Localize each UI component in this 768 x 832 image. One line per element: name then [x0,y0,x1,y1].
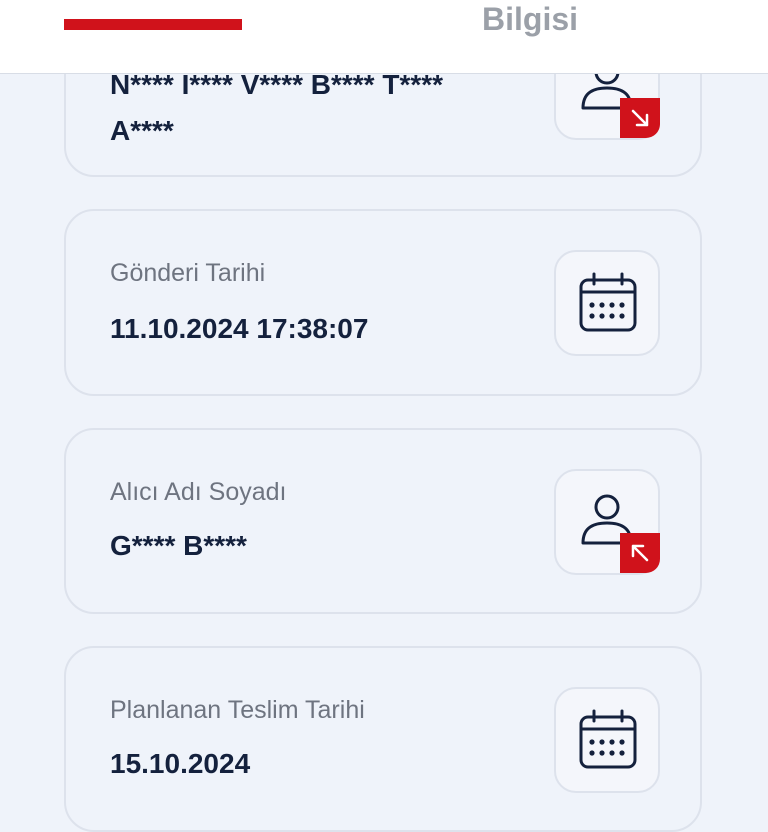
active-tab-indicator [64,19,242,30]
sender-name-value-line2: A**** [110,115,174,146]
recipient-name-card: Alıcı Adı Soyadı G**** B**** [64,428,702,614]
shipping-date-icon-box [554,250,660,356]
incoming-arrow-icon [620,533,660,573]
shipping-date-value: 11.10.2024 17:38:07 [110,313,369,344]
planned-delivery-label: Planlanan Teslim Tarihi [110,696,365,724]
shipping-date-card: Gönderi Tarihi 11.10.2024 17:38:07 [64,209,702,396]
calendar-icon [579,272,637,332]
tab-bilgisi[interactable]: Bilgisi [482,0,578,38]
planned-delivery-value: 15.10.2024 [110,748,251,779]
outgoing-arrow-icon [620,98,660,138]
recipient-name-label: Alıcı Adı Soyadı [110,478,287,506]
planned-delivery-card: Planlanan Teslim Tarihi 15.10.2024 [64,646,702,832]
recipient-name-value: G**** B**** [110,530,247,561]
recipient-icon-box [554,469,660,575]
planned-delivery-icon-box [554,687,660,793]
top-tab-bar: Bilgisi [0,0,768,74]
calendar-icon [579,709,637,769]
shipping-date-label: Gönderi Tarihi [110,259,266,287]
